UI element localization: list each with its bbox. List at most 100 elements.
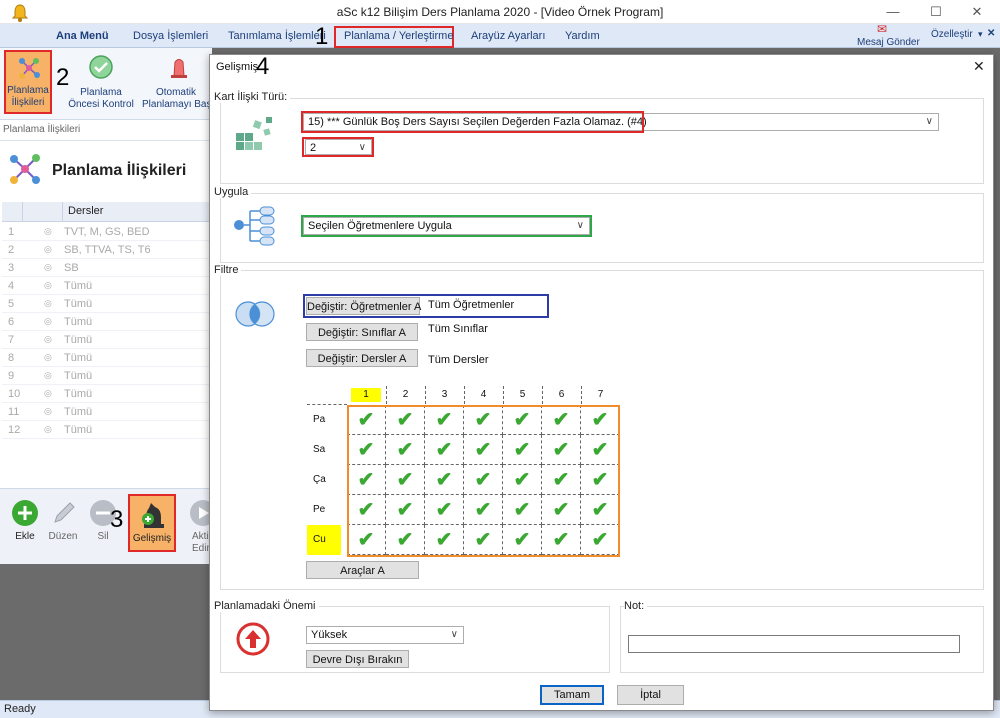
grid-col-divider-2 bbox=[62, 202, 63, 222]
edit-button[interactable]: Düzen bbox=[44, 497, 82, 547]
bottom-toolbar: Ekle Düzen Sil Gelişmiş Akti Edin bbox=[0, 488, 212, 564]
table-row[interactable]: 6 ◎ Tümü bbox=[2, 313, 212, 331]
customize-link[interactable]: Özelleştir bbox=[931, 29, 973, 40]
dialog-close-button[interactable]: ✕ bbox=[973, 58, 985, 75]
table-row[interactable]: 12 ◎ Tümü bbox=[2, 421, 212, 439]
menu-planning[interactable]: Planlama / Yerleştirme bbox=[344, 30, 453, 42]
table-row[interactable]: 11 ◎ Tümü bbox=[2, 403, 212, 421]
ok-button[interactable]: Tamam bbox=[540, 685, 604, 705]
table-row[interactable]: 4 ◎ Tümü bbox=[2, 277, 212, 295]
table-row[interactable]: 8 ◎ Tümü bbox=[2, 349, 212, 367]
day-label-pe[interactable]: Pe bbox=[307, 495, 347, 525]
title-bar: aSc k12 Bilişim Ders Planlama 2020 - [Vi… bbox=[0, 0, 1000, 24]
period-header-7[interactable]: 7 bbox=[581, 388, 620, 402]
annotation-number-1: 1 bbox=[315, 23, 329, 50]
table-row[interactable]: 2 ◎ SB, TTVA, TS, T6 bbox=[2, 241, 212, 259]
table-row[interactable]: 7 ◎ Tümü bbox=[2, 331, 212, 349]
close-panel-icon[interactable]: ✕ bbox=[987, 28, 995, 39]
row-number: 4 bbox=[8, 280, 15, 292]
menu-main[interactable]: Ana Menü bbox=[56, 30, 109, 42]
cards-icon bbox=[236, 117, 272, 150]
disable-button[interactable]: Devre Dışı Bırakın bbox=[306, 650, 409, 668]
network-icon bbox=[19, 58, 40, 79]
importance-select[interactable]: Yüksek ∨ bbox=[306, 626, 464, 644]
row-lessons: Tümü bbox=[64, 388, 93, 400]
day-label-ca[interactable]: Ça bbox=[307, 465, 347, 495]
activate-label-1: Akti bbox=[192, 531, 209, 542]
advanced-label: Gelişmiş bbox=[132, 533, 172, 544]
row-lessons: Tümü bbox=[64, 316, 93, 328]
grid-col-divider-1 bbox=[22, 202, 23, 222]
chess-knight-icon bbox=[142, 503, 164, 528]
menu-definitions[interactable]: Tanımlama İşlemleri bbox=[228, 30, 326, 42]
card-relation-label: Kart İlişki Türü: bbox=[214, 91, 291, 103]
period-header-2[interactable]: 2 bbox=[386, 388, 425, 402]
add-button[interactable]: Ekle bbox=[8, 497, 42, 547]
minimize-button[interactable]: — bbox=[878, 4, 908, 20]
precheck-label-2: Öncesi Kontrol bbox=[68, 99, 134, 110]
period-header-1[interactable]: 1 bbox=[351, 388, 381, 402]
row-number: 7 bbox=[8, 334, 15, 346]
precheck-label-1: Planlama bbox=[80, 87, 122, 98]
auto-planning-button[interactable]: Otomatik Planlamayı Başl bbox=[140, 52, 212, 114]
apply-highlight bbox=[301, 215, 592, 237]
table-row[interactable]: 10 ◎ Tümü bbox=[2, 385, 212, 403]
grid-header: Dersler bbox=[2, 202, 212, 222]
period-header-6[interactable]: 6 bbox=[542, 388, 581, 402]
header-separator bbox=[464, 386, 465, 404]
row-lessons: Tümü bbox=[64, 424, 93, 436]
advanced-dialog: Gelişmiş 4 ✕ Kart İlişki Türü: 15) *** G… bbox=[209, 54, 994, 711]
menu-help[interactable]: Yardım bbox=[565, 30, 600, 42]
menu-file-ops[interactable]: Dosya İşlemleri bbox=[133, 30, 208, 42]
relations-button[interactable]: Planlama İlişkileri bbox=[4, 50, 52, 114]
cancel-button[interactable]: İptal bbox=[617, 685, 684, 705]
note-label: Not: bbox=[624, 600, 648, 612]
period-header-4[interactable]: 4 bbox=[464, 388, 503, 402]
row-number: 10 bbox=[8, 388, 21, 400]
table-row[interactable]: 3 ◎ SB bbox=[2, 259, 212, 277]
edit-label: Düzen bbox=[48, 531, 78, 542]
advanced-button[interactable]: Gelişmiş bbox=[128, 494, 176, 552]
close-window-button[interactable]: ✕ bbox=[962, 4, 992, 20]
change-classes-button[interactable]: Değiştir: Sınıflar A bbox=[306, 323, 418, 341]
row-icon: ◎ bbox=[44, 262, 52, 272]
table-row[interactable]: 9 ◎ Tümü bbox=[2, 367, 212, 385]
note-input[interactable] bbox=[628, 635, 960, 653]
change-lessons-button[interactable]: Değiştir: Dersler A bbox=[306, 349, 418, 367]
row-lessons: Tümü bbox=[64, 280, 93, 292]
menu-interface[interactable]: Arayüz Ayarları bbox=[471, 30, 545, 42]
add-label: Ekle bbox=[15, 531, 35, 542]
header-separator bbox=[503, 386, 504, 404]
row-lessons: Tümü bbox=[64, 334, 93, 346]
table-row[interactable]: 5 ◎ Tümü bbox=[2, 295, 212, 313]
row-icon: ◎ bbox=[44, 244, 52, 254]
row-number: 1 bbox=[8, 226, 15, 238]
period-header-3[interactable]: 3 bbox=[425, 388, 464, 402]
day-label-cu[interactable]: Cu bbox=[307, 525, 341, 555]
row-icon: ◎ bbox=[44, 406, 52, 416]
relations-label-2: İlişkileri bbox=[11, 97, 45, 108]
row-number: 3 bbox=[8, 262, 15, 274]
precheck-button[interactable]: Planlama Öncesi Kontrol bbox=[68, 52, 134, 114]
card-value-highlight bbox=[302, 137, 374, 157]
maximize-button[interactable]: ☐ bbox=[921, 4, 951, 20]
ribbon: Planlama İlişkileri Planlama Öncesi Kont… bbox=[0, 48, 212, 120]
row-icon: ◎ bbox=[44, 334, 52, 344]
panel-heading: Planlama İlişkileri bbox=[52, 162, 187, 179]
day-label-pa[interactable]: Pa bbox=[307, 405, 347, 435]
message-send-link[interactable]: Mesaj Gönder bbox=[857, 37, 920, 48]
tools-button[interactable]: Araçlar A bbox=[306, 561, 419, 579]
grid-column-dersler[interactable]: Dersler bbox=[68, 205, 103, 217]
period-grid: 1 2 3 4 5 6 7 Pa Sa Ça Pe Cu ✔ ✔ ✔ ✔ ✔ ✔ ✔ ✔ ✔ ✔ ✔… bbox=[307, 386, 620, 557]
day-label-sa[interactable]: Sa bbox=[307, 435, 347, 465]
annotation-number-2: 2 bbox=[56, 64, 70, 91]
annotation-number-4: 4 bbox=[256, 53, 270, 80]
period-header-5[interactable]: 5 bbox=[503, 388, 542, 402]
row-lessons: Tümü bbox=[64, 406, 93, 418]
header-separator bbox=[581, 386, 582, 404]
auto-label-1: Otomatik bbox=[155, 87, 196, 98]
table-row[interactable]: 1 ◎ TVT, M, GS, BED bbox=[2, 223, 212, 241]
row-icon: ◎ bbox=[44, 280, 52, 290]
status-text: Ready bbox=[4, 703, 36, 715]
customize-arrow-icon[interactable]: ▾ bbox=[978, 29, 983, 40]
